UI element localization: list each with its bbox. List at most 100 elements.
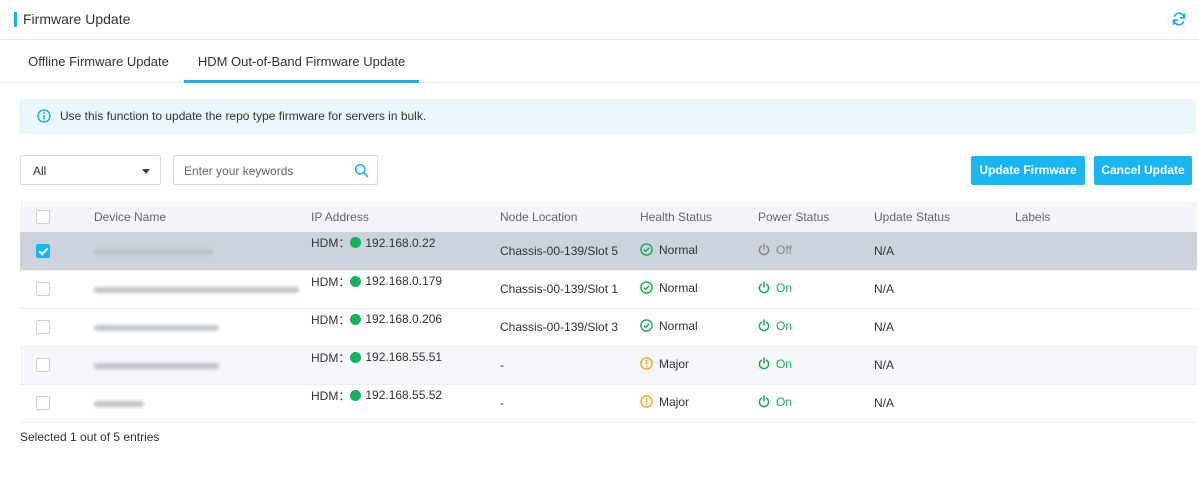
table-row[interactable]: HDM： 192.168.55.51 - Major On N/A	[20, 346, 1197, 385]
device-name-cell[interactable]	[80, 346, 297, 385]
device-table: Device Name IP Address Node Location Hea…	[20, 201, 1197, 423]
device-name-cell[interactable]	[80, 270, 299, 309]
online-status-dot	[350, 275, 362, 287]
column-header[interactable]: IP Address	[297, 201, 486, 232]
health-status-cell: Major	[626, 384, 744, 423]
ip-link[interactable]: 192.168.0.206	[365, 312, 442, 326]
device-name-cell[interactable]	[80, 384, 297, 423]
node-location-cell: Chassis-00-139/Slot 5	[486, 232, 626, 271]
redacted-device-name	[94, 287, 299, 293]
row-checkbox[interactable]	[36, 396, 50, 411]
labels-cell	[1001, 308, 1197, 347]
column-header[interactable]: Node Location	[486, 201, 626, 232]
labels-cell	[1001, 232, 1197, 271]
redacted-device-name	[94, 248, 214, 255]
info-notice: Use this function to update the repo typ…	[19, 99, 1196, 134]
power-status-cell: On	[744, 308, 860, 347]
ip-prefix: HDM：	[311, 350, 351, 365]
caret-down-icon	[142, 169, 150, 174]
online-status-dot	[350, 237, 362, 249]
table-row[interactable]: HDM： 192.168.55.52 - Major On N/A	[20, 384, 1197, 423]
power-status-text: On	[776, 394, 793, 409]
ip-address-cell: HDM： 192.168.55.51	[297, 346, 486, 385]
tab-offline-firmware-update[interactable]: Offline Firmware Update	[26, 41, 171, 83]
column-header[interactable]: Health Status	[626, 201, 744, 232]
node-location-cell: Chassis-00-139/Slot 1	[486, 270, 626, 309]
select-all-checkbox[interactable]	[36, 209, 50, 224]
health-status-text: Major	[659, 394, 690, 409]
cancel-update-button[interactable]: Cancel Update	[1094, 156, 1192, 185]
redacted-device-name	[94, 325, 219, 331]
search-icon[interactable]	[354, 163, 369, 178]
ip-link[interactable]: 192.168.0.22	[365, 236, 435, 250]
tab-bar: Offline Firmware Update HDM Out-of-Band …	[0, 41, 1199, 83]
row-select-cell	[20, 308, 80, 347]
row-select-cell	[20, 270, 80, 309]
device-name-cell[interactable]	[80, 308, 297, 347]
tab-hdm-out-of-band-firmware-update[interactable]: HDM Out-of-Band Firmware Update	[184, 41, 419, 83]
table-row[interactable]: HDM： 192.168.0.22 Chassis-00-139/Slot 5 N…	[20, 232, 1197, 271]
labels-cell	[1001, 384, 1197, 423]
power-status-cell: Off	[744, 232, 860, 271]
column-header[interactable]: Update Status	[860, 201, 1001, 232]
ip-prefix: HDM：	[311, 388, 351, 403]
check-circle-icon	[640, 319, 653, 333]
node-location-cell: -	[486, 384, 626, 423]
check-circle-icon	[640, 243, 653, 256]
redacted-device-name	[94, 363, 219, 369]
ip-link[interactable]: 192.168.0.179	[365, 274, 442, 288]
row-checkbox[interactable]	[36, 282, 50, 297]
power-status-text: Off	[776, 242, 792, 257]
column-header[interactable]: Power Status	[744, 201, 860, 232]
power-status-cell: On	[744, 346, 860, 385]
filter-value: All	[33, 164, 47, 178]
health-status-text: Normal	[659, 242, 698, 257]
column-header[interactable]: Device Name	[80, 201, 297, 232]
refresh-icon[interactable]	[1171, 11, 1187, 27]
ip-link[interactable]: 192.168.55.51	[365, 350, 442, 364]
health-status-cell: Normal	[626, 308, 744, 347]
table-row[interactable]: HDM： 192.168.0.206 Chassis-00-139/Slot 3 …	[20, 308, 1197, 347]
page-header: Firmware Update	[0, 0, 1199, 40]
row-checkbox[interactable]	[36, 244, 50, 259]
search-box	[173, 155, 378, 185]
select-all-cell	[20, 201, 80, 232]
info-icon	[37, 109, 51, 123]
node-location-cell: -	[486, 346, 626, 385]
selection-summary: Selected 1 out of 5 entries	[20, 430, 160, 444]
ip-address-cell: HDM： 192.168.0.179	[297, 270, 486, 309]
power-icon	[758, 357, 770, 370]
row-checkbox[interactable]	[36, 358, 50, 373]
health-status-cell: Major	[626, 346, 744, 385]
labels-cell	[1001, 270, 1197, 309]
power-status-text: On	[776, 280, 793, 295]
health-status-cell: Normal	[626, 232, 744, 271]
online-status-dot	[350, 313, 362, 325]
ip-address-cell: HDM： 192.168.0.206	[297, 308, 486, 347]
warning-circle-icon	[640, 357, 653, 371]
page-title: Firmware Update	[23, 11, 131, 27]
table-row[interactable]: HDM： 192.168.0.179 Chassis-00-139/Slot 1 …	[20, 270, 1197, 309]
row-checkbox[interactable]	[36, 320, 50, 335]
labels-cell	[1001, 346, 1197, 385]
column-header[interactable]: Labels	[1001, 201, 1197, 232]
ip-address-cell: HDM： 192.168.0.22	[297, 232, 486, 271]
power-icon	[758, 319, 770, 332]
ip-link[interactable]: 192.168.55.52	[365, 388, 442, 402]
ip-address-cell: HDM： 192.168.55.52	[297, 384, 486, 423]
search-input[interactable]	[184, 162, 349, 180]
redacted-device-name	[94, 401, 144, 407]
online-status-dot	[350, 351, 362, 363]
notice-text: Use this function to update the repo typ…	[60, 109, 427, 123]
filter-dropdown[interactable]: All	[20, 155, 161, 185]
device-name-cell[interactable]	[80, 232, 297, 271]
power-status-cell: On	[744, 270, 860, 309]
row-select-cell	[20, 384, 80, 423]
health-status-text: Major	[659, 356, 690, 371]
table-header-row: Device Name IP Address Node Location Hea…	[20, 201, 1197, 232]
update-firmware-button[interactable]: Update Firmware	[971, 156, 1085, 185]
row-select-cell	[20, 232, 80, 271]
warning-circle-icon	[640, 395, 653, 409]
update-status-cell: N/A	[860, 346, 1001, 385]
health-status-cell: Normal	[626, 270, 744, 309]
